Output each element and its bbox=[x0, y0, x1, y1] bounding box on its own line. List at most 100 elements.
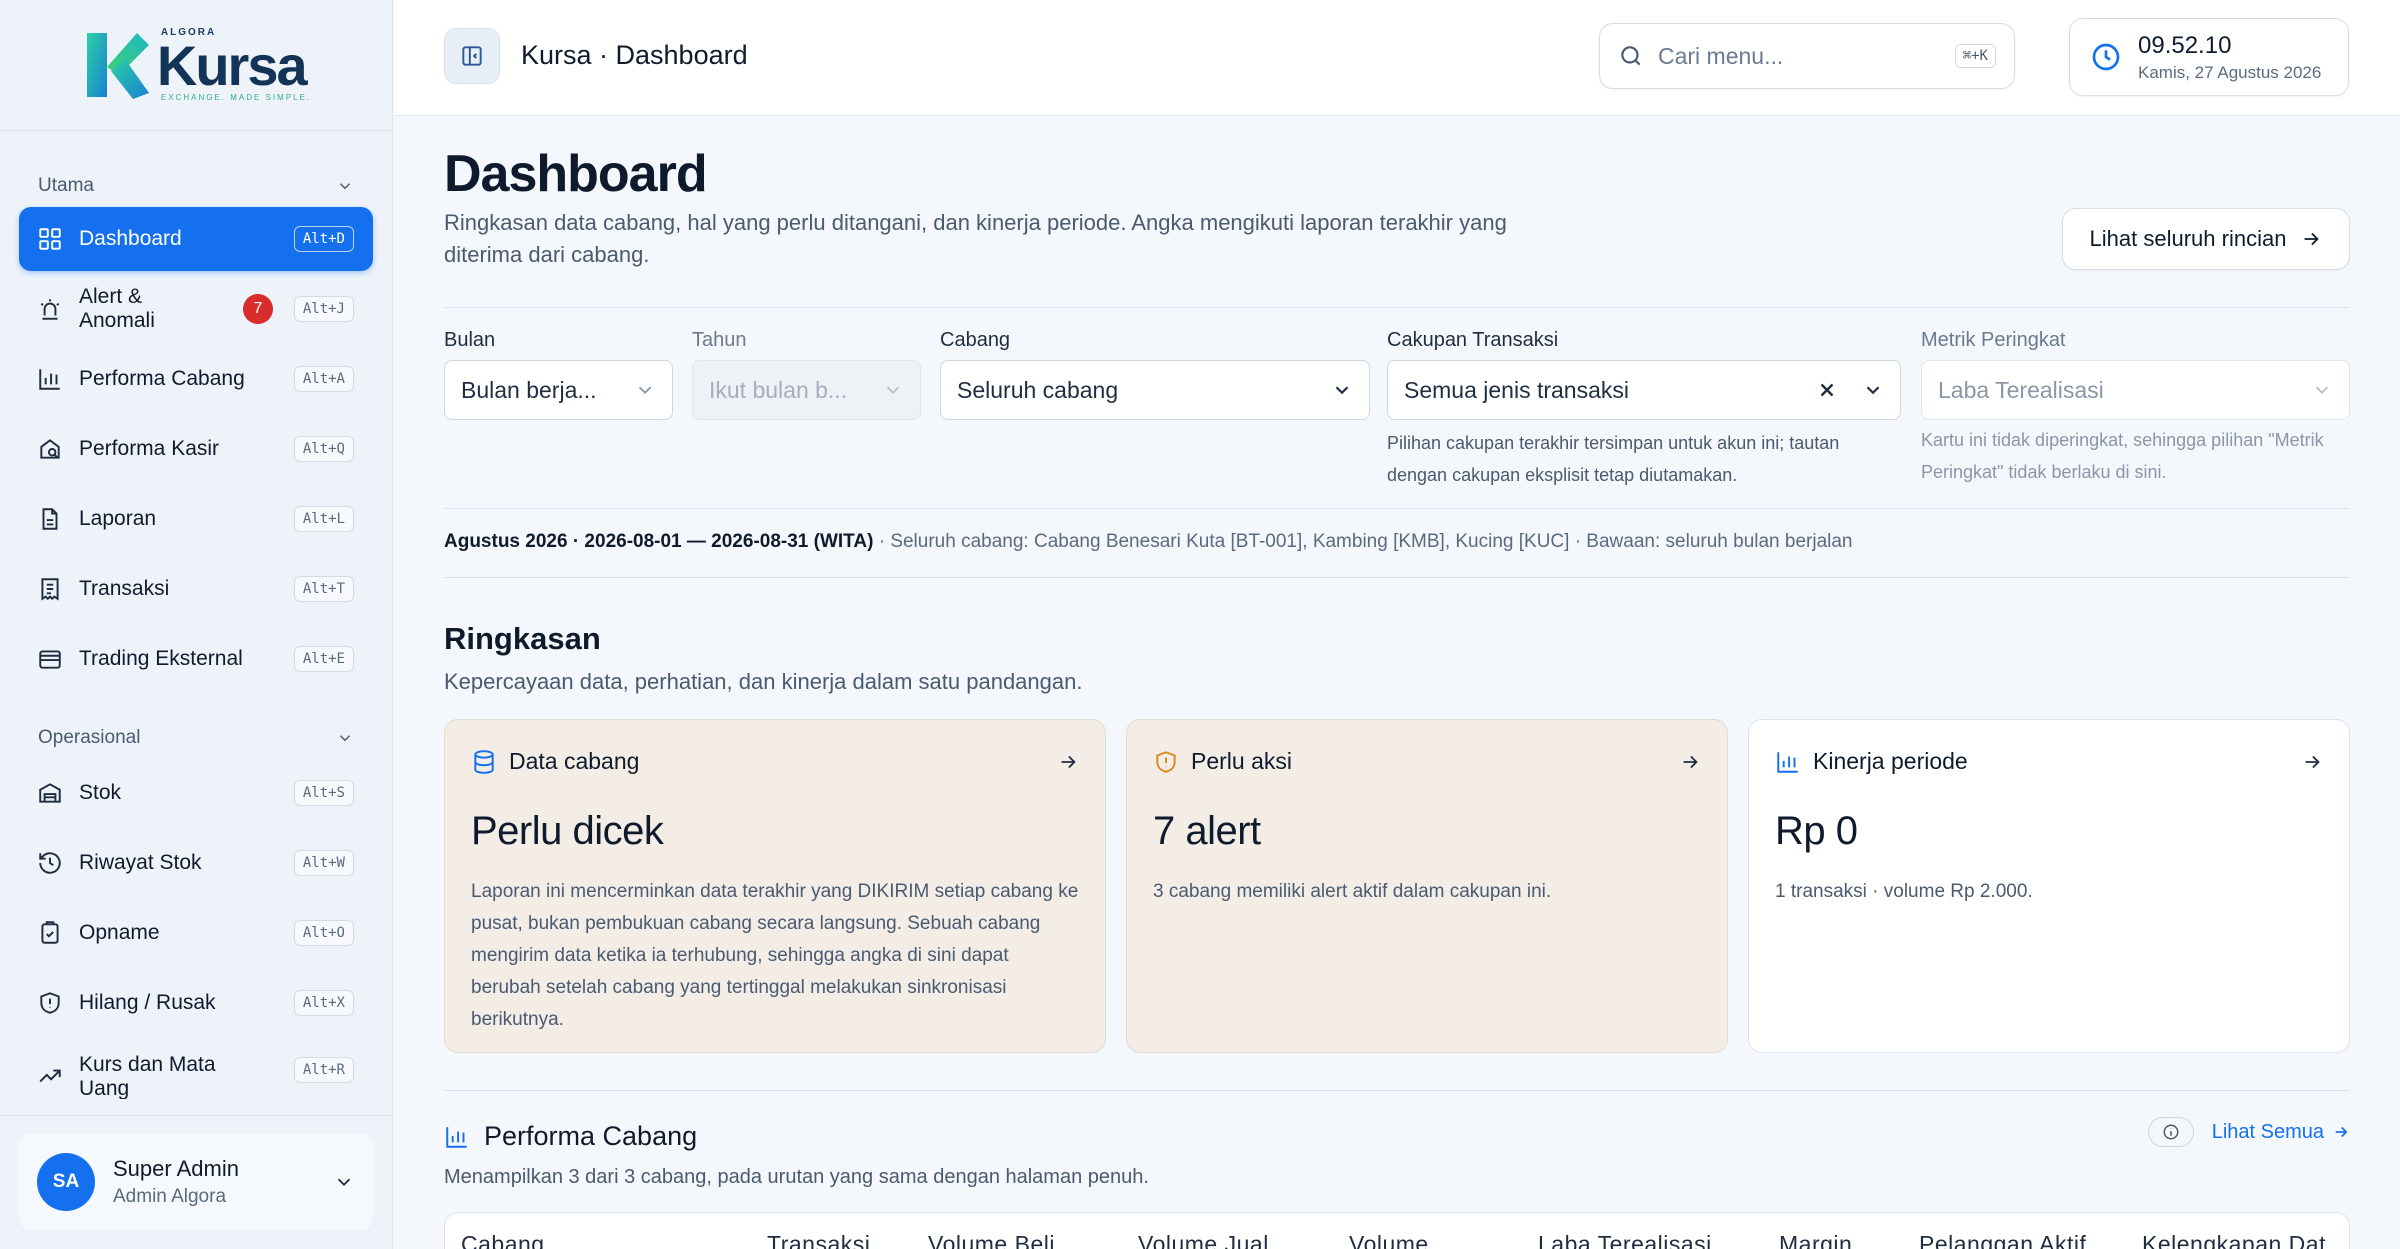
divider bbox=[444, 577, 2350, 578]
sidebar-item-transaksi[interactable]: Transaksi Alt+T bbox=[19, 557, 373, 621]
shortcut-hint: Alt+J bbox=[293, 296, 354, 322]
dashboard-icon bbox=[39, 228, 61, 250]
shortcut-hint: Alt+E bbox=[293, 646, 354, 672]
column-header[interactable]: Margin bbox=[1779, 1231, 1852, 1249]
branch-perf-header: Performa Cabang bbox=[444, 1121, 697, 1152]
chevron-down-icon bbox=[339, 183, 351, 190]
shortcut-hint: ⌘+K bbox=[1954, 44, 1996, 68]
arrow-right-icon bbox=[1061, 755, 1076, 768]
search-placeholder: Cari menu... bbox=[1658, 42, 1784, 69]
clear-icon[interactable] bbox=[1816, 379, 1838, 401]
info-button[interactable] bbox=[2147, 1117, 2194, 1147]
card-title: Data cabang bbox=[509, 748, 640, 774]
card-value: Rp 0 bbox=[1775, 809, 1858, 853]
sidebar-divider bbox=[0, 1115, 392, 1116]
branch-perf-title: Performa Cabang bbox=[484, 1121, 698, 1151]
sidebar-item-laporan[interactable]: Laporan Alt+L bbox=[19, 487, 373, 551]
scope-select[interactable]: Semua jenis transaksi bbox=[1387, 360, 1901, 420]
branch-select[interactable]: Seluruh cabang bbox=[940, 360, 1370, 420]
sidebar-item-performa-kasir[interactable]: Performa Kasir Alt+Q bbox=[19, 417, 373, 481]
card-data-cabang[interactable]: Data cabang Perlu dicek Laporan ini menc… bbox=[444, 719, 1106, 1053]
sidebar-toggle-button[interactable] bbox=[444, 28, 500, 84]
card-description: 3 cabang memiliki alert aktif dalam caku… bbox=[1153, 881, 1552, 902]
bar-chart-icon bbox=[1777, 751, 1798, 773]
shield-alert-icon bbox=[1156, 750, 1176, 773]
shortcut-hint: Alt+Q bbox=[293, 436, 354, 462]
sidebar-item-performa-cabang[interactable]: Performa Cabang Alt+A bbox=[19, 347, 373, 411]
bar-chart-icon bbox=[39, 369, 60, 390]
column-header[interactable]: Pelanggan Aktif bbox=[1919, 1231, 2086, 1249]
file-text-icon bbox=[42, 508, 58, 530]
column-header[interactable]: Transaksi bbox=[767, 1231, 870, 1249]
divider bbox=[444, 508, 2350, 509]
shortcut-hint: Alt+W bbox=[293, 850, 354, 876]
app-logo[interactable]: ALGORA Kursa EXCHANGE. MADE SIMPLE. bbox=[81, 27, 311, 103]
search-input[interactable]: Cari menu... ⌘+K bbox=[1599, 23, 2015, 89]
sidebar-item-dashboard[interactable]: Dashboard Alt+D bbox=[19, 207, 373, 271]
column-header[interactable]: Volume Beli bbox=[928, 1231, 1055, 1249]
user-menu[interactable]: SA Super Admin Admin Algora bbox=[19, 1133, 373, 1231]
trending-up-icon bbox=[39, 1069, 61, 1083]
period-summary: Agustus 2026 · 2026-08-01 — 2026-08-31 (… bbox=[444, 531, 1853, 553]
page-scrollbar[interactable] bbox=[2350, 117, 2400, 1249]
bar-chart-icon bbox=[446, 1126, 467, 1148]
year-value: Ikut bulan b... bbox=[709, 376, 848, 403]
divider bbox=[444, 307, 2350, 308]
topbar: Kursa · Dashboard Cari menu... ⌘+K 09.52… bbox=[394, 0, 2400, 116]
sidebar-item-riwayat-stok[interactable]: Riwayat Stok Alt+W bbox=[19, 831, 373, 895]
see-all-link[interactable]: Lihat Semua bbox=[2212, 1121, 2350, 1144]
nav-section-operasional[interactable]: Operasional bbox=[0, 721, 392, 755]
logo-area: ALGORA Kursa EXCHANGE. MADE SIMPLE. bbox=[0, 0, 392, 131]
column-header[interactable]: Volume Jual bbox=[1138, 1231, 1269, 1249]
nav-section-utama[interactable]: Utama bbox=[0, 169, 392, 203]
shortcut-hint: Alt+A bbox=[293, 366, 354, 392]
rank-metric-select[interactable]: Laba Terealisasi bbox=[1921, 360, 2350, 420]
column-header[interactable]: Kelengkapan Dat bbox=[2142, 1231, 2326, 1249]
branch-value: Seluruh cabang bbox=[957, 376, 1119, 403]
column-header[interactable]: Volume bbox=[1349, 1231, 1429, 1249]
sidebar-item-alert[interactable]: Alert & Anomali 7 Alt+J bbox=[19, 277, 373, 341]
column-header[interactable]: Cabang bbox=[461, 1231, 545, 1249]
sidebar-item-label: Alert & Anomali bbox=[79, 284, 155, 332]
shortcut-hint: Alt+D bbox=[293, 226, 354, 252]
period-range: Agustus 2026 · 2026-08-01 — 2026-08-31 (… bbox=[444, 531, 874, 552]
wallet-icon bbox=[39, 650, 61, 669]
sidebar-item-opname[interactable]: Opname Alt+O bbox=[19, 901, 373, 965]
sidebar-item-kurs-mata-uang[interactable]: Kurs dan Mata Uang Alt+R bbox=[19, 1041, 373, 1099]
sidebar-item-stok[interactable]: Stok Alt+S bbox=[19, 761, 373, 825]
user-name: Super Admin bbox=[113, 1156, 239, 1181]
shortcut-hint: Alt+R bbox=[293, 1057, 354, 1083]
chevron-down-icon bbox=[886, 386, 900, 395]
view-details-label: Lihat seluruh rincian bbox=[2089, 226, 2287, 251]
view-details-button[interactable]: Lihat seluruh rincian bbox=[2062, 208, 2350, 270]
divider bbox=[444, 1090, 2350, 1091]
filter-month-label: Bulan bbox=[444, 329, 496, 351]
chevron-down-icon bbox=[1335, 386, 1349, 395]
see-all-label: Lihat Semua bbox=[2211, 1120, 2324, 1143]
user-role: Admin Algora bbox=[113, 1186, 227, 1207]
summary-title: Ringkasan bbox=[444, 621, 601, 656]
panel-left-icon bbox=[462, 46, 482, 66]
card-perlu-aksi[interactable]: Perlu aksi 7 alert 3 cabang memiliki ale… bbox=[1126, 719, 1728, 1053]
scope-hint: Pilihan cakupan terakhir tersimpan untuk… bbox=[1387, 433, 1840, 485]
rank-hint: Kartu ini tidak diperingkat, sehingga pi… bbox=[1921, 430, 2324, 482]
shortcut-hint: Alt+L bbox=[293, 506, 354, 532]
column-header[interactable]: Laba Terealisasi bbox=[1538, 1231, 1712, 1249]
card-title: Kinerja periode bbox=[1813, 748, 1968, 774]
sidebar-item-label: Kurs dan Mata Uang bbox=[79, 1053, 216, 1099]
sidebar-item-trading-eksternal[interactable]: Trading Eksternal Alt+E bbox=[19, 627, 373, 691]
rank-metric-value: Laba Terealisasi bbox=[1938, 376, 2104, 403]
shortcut-hint: Alt+S bbox=[293, 780, 354, 806]
chevron-down-icon bbox=[2315, 386, 2329, 395]
history-icon bbox=[39, 852, 61, 874]
clock-icon bbox=[2092, 43, 2120, 71]
month-select[interactable]: Bulan berja... bbox=[444, 360, 673, 420]
branch-perf-subtitle: Menampilkan 3 dari 3 cabang, pada urutan… bbox=[444, 1166, 1149, 1188]
siren-icon bbox=[40, 299, 60, 320]
period-branches: · Seluruh cabang: Cabang Benesari Kuta [… bbox=[873, 531, 1853, 552]
clock-date: Kamis, 27 Agustus 2026 bbox=[2138, 62, 2322, 82]
card-kinerja-periode[interactable]: Kinerja periode Rp 0 1 transaksi · volum… bbox=[1748, 719, 2350, 1053]
sidebar-item-hilang-rusak[interactable]: Hilang / Rusak Alt+X bbox=[19, 971, 373, 1035]
receipt-icon bbox=[41, 578, 59, 601]
cashier-icon bbox=[40, 439, 60, 459]
